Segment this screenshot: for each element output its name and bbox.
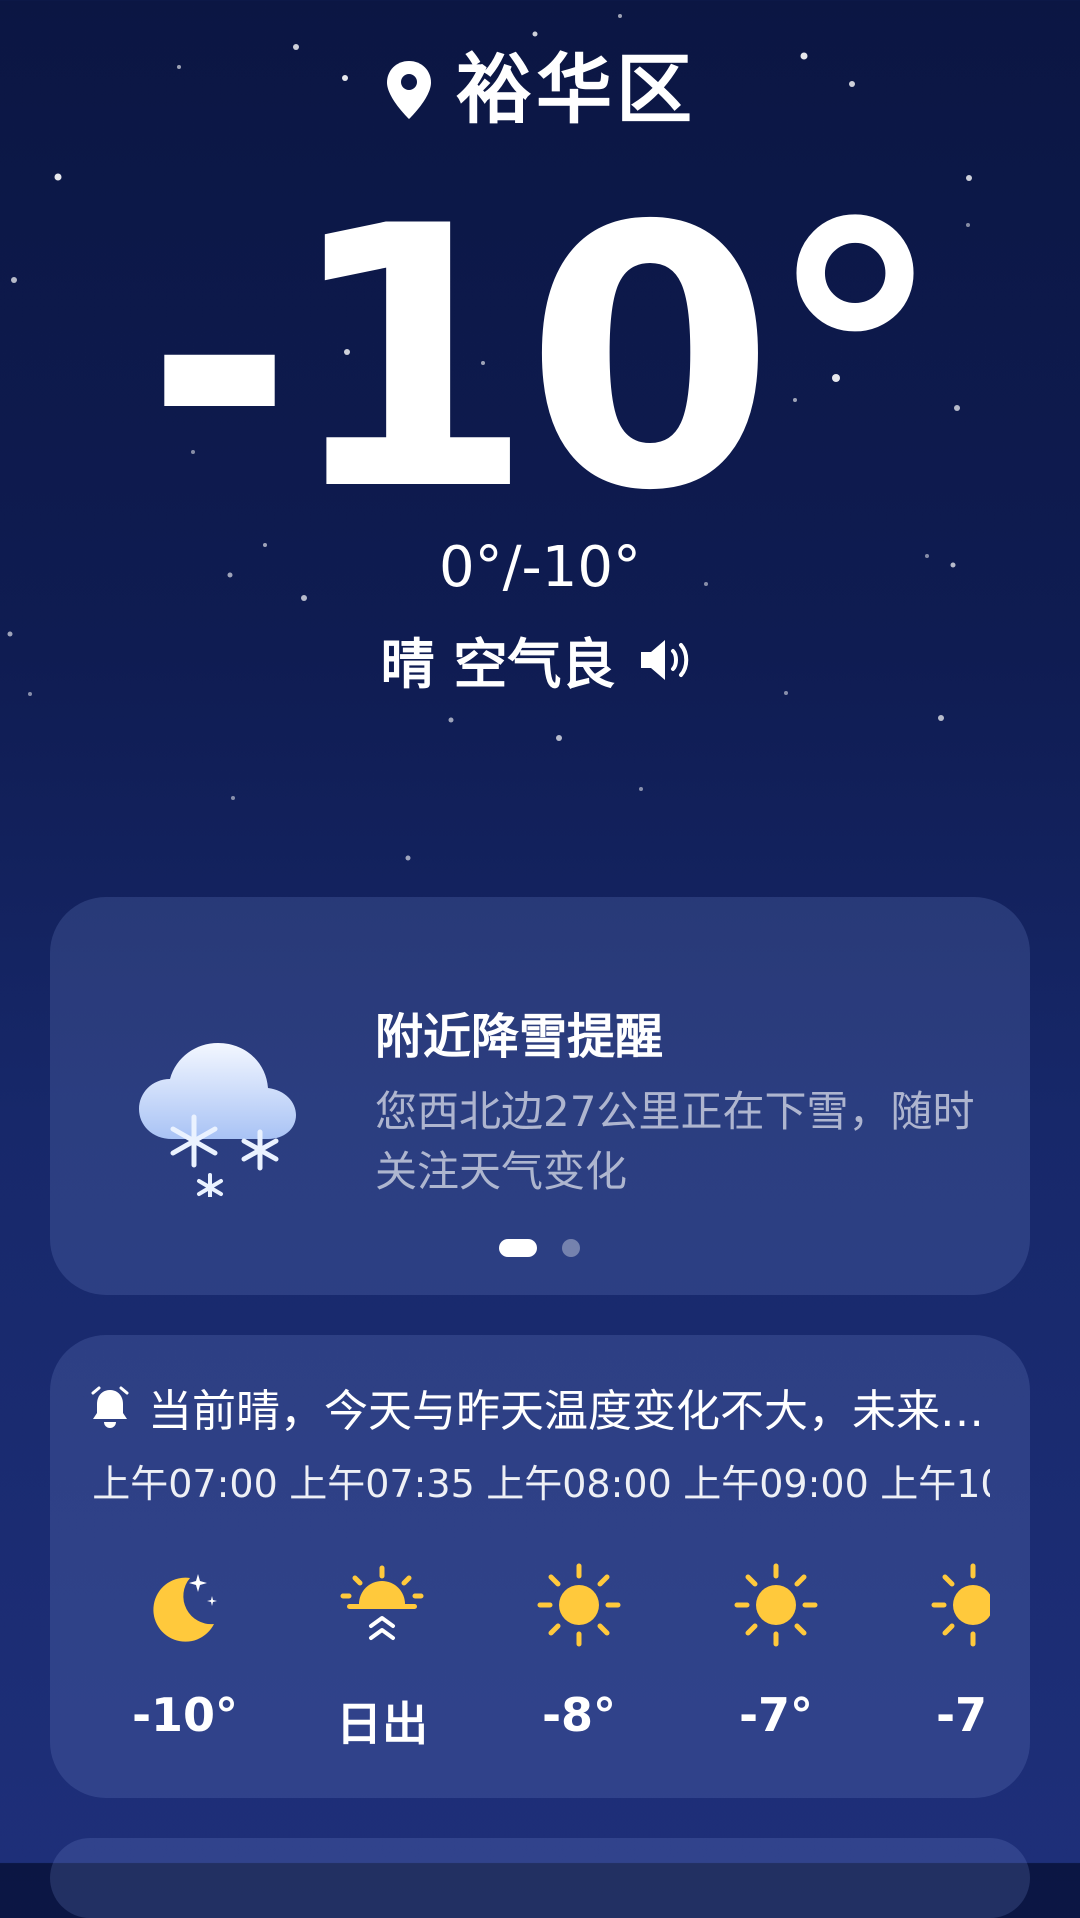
snow-alert-card[interactable]: 附近降雪提醒 您西北边27公里正在下雪，随时关注天气变化 <box>50 897 1030 1295</box>
next-card-peek[interactable] <box>50 1838 1030 1918</box>
alert-title: 附近降雪提醒 <box>375 1009 664 1065</box>
moon-stars-icon <box>153 1574 217 1642</box>
location-pin-icon <box>387 61 431 119</box>
hour-value: -10° <box>131 1688 239 1742</box>
hour-item[interactable]: 上午08:00 -8° <box>484 1445 674 1742</box>
hour-item[interactable]: 上午10:00 -7° <box>878 1445 990 1742</box>
hourly-forecast-card[interactable]: 当前晴，今天与昨天温度变化不大，未来… 上午07:00 -10° 上午07:35… <box>50 1335 1030 1798</box>
hour-item[interactable]: 上午09:00 -7° <box>681 1445 871 1742</box>
hour-time: 上午07:00 <box>92 1462 278 1506</box>
forecast-summary[interactable]: 当前晴，今天与昨天温度变化不大，未来… <box>90 1375 990 1439</box>
hour-item[interactable]: 上午07:00 -10° <box>90 1445 280 1742</box>
hour-value: -7° <box>935 1688 990 1742</box>
alert-description: 您西北边27公里正在下雪，随时关注天气变化 <box>375 1087 975 1196</box>
weather-condition: 晴 空气良 <box>380 633 616 696</box>
hour-item[interactable]: 上午07:35 日出 <box>287 1445 477 1754</box>
alarm-bell-icon <box>91 1386 129 1428</box>
summary-text: 当前晴，今天与昨天温度变化不大，未来… <box>148 1386 984 1437</box>
hourly-strip[interactable]: 上午07:00 -10° 上午07:35 日出 上午08:00 -8° 上午09… <box>90 1445 990 1785</box>
hour-time: 上午08:00 <box>486 1462 672 1506</box>
temperature-range: 0°/-10° <box>439 535 641 600</box>
location-header[interactable]: 裕华区 <box>0 52 1080 128</box>
pager-dot[interactable] <box>562 1239 580 1257</box>
location-name: 裕华区 <box>456 45 696 134</box>
sun-icon <box>931 1563 990 1647</box>
hour-time: 上午10:00 <box>880 1462 990 1506</box>
pager-dot-active[interactable] <box>499 1239 537 1257</box>
hour-value: 日出 <box>336 1697 428 1751</box>
sun-icon <box>537 1563 621 1647</box>
sun-icon <box>734 1563 818 1647</box>
hour-time: 上午09:00 <box>683 1462 869 1506</box>
snow-cloud-icon <box>139 1043 296 1197</box>
speaker-icon[interactable] <box>637 635 699 685</box>
hour-time: 上午07:35 <box>289 1462 475 1506</box>
sunrise-icon <box>340 1565 424 1640</box>
current-temperature: -10° <box>144 150 945 569</box>
hour-value: -7° <box>738 1688 814 1742</box>
hour-value: -8° <box>541 1688 617 1742</box>
